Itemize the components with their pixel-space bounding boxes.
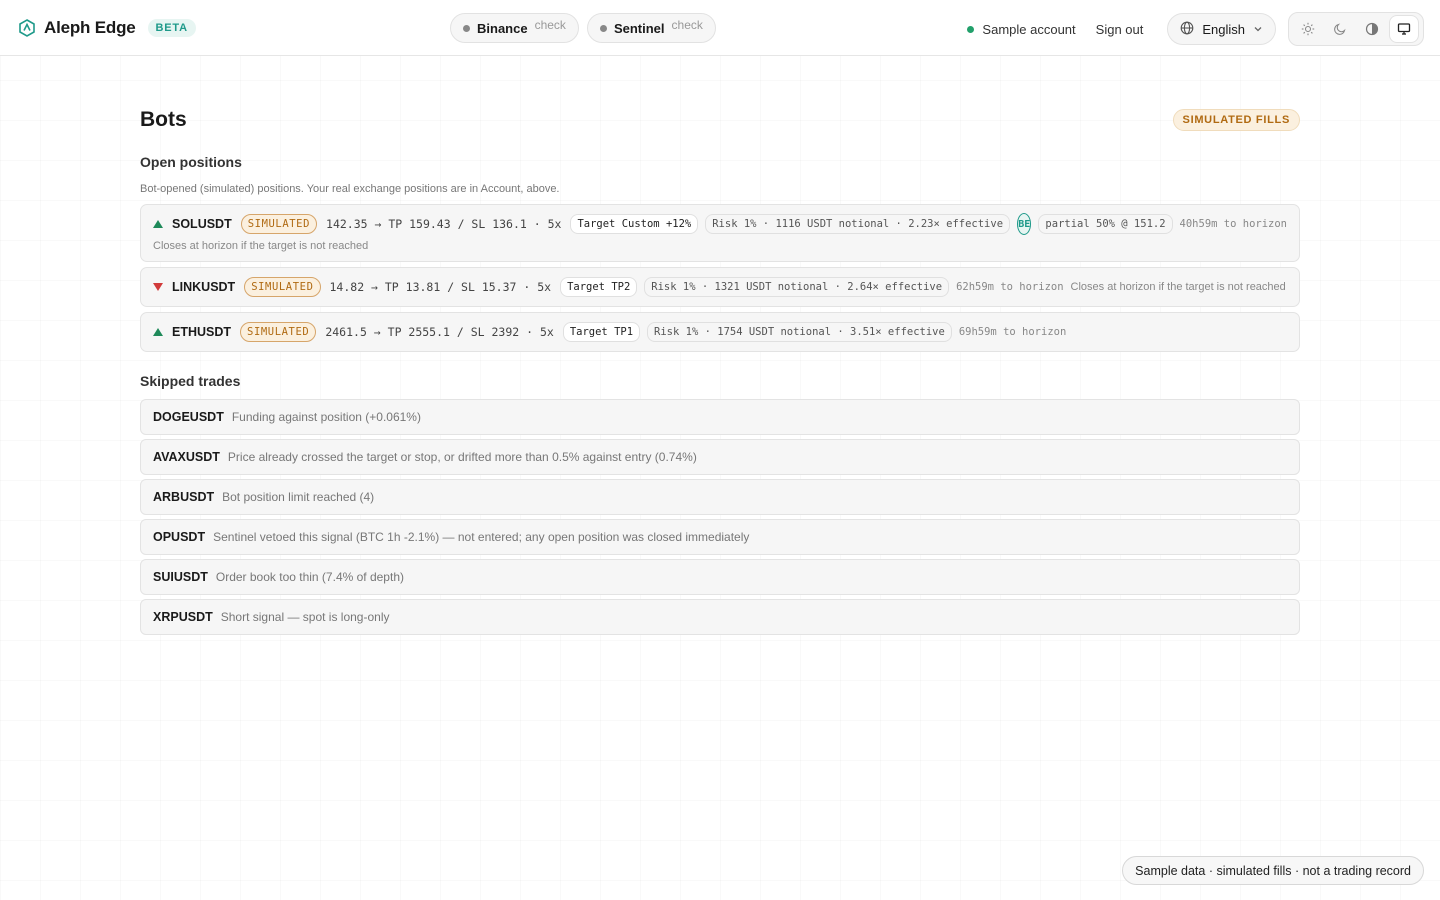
binance-label: Binance (477, 20, 528, 36)
open-positions-description: Bot-opened (simulated) positions. Your r… (140, 183, 560, 195)
arrow-up-icon (153, 328, 163, 336)
risk-chip: Risk 1% · 1116 USDT notional · 2.23× eff… (705, 214, 1011, 234)
position-levels: 2461.5 → TP 2555.1 / SL 2392 · 5x (325, 325, 554, 339)
closes-note: Closes at horizon if the target is not r… (153, 240, 369, 252)
skip-reason: Bot position limit reached (4) (222, 490, 375, 504)
page-title: Bots (140, 108, 187, 131)
skipped-row[interactable]: DOGEUSDT Funding against position (+0.06… (140, 399, 1300, 435)
target-chip: Target TP2 (560, 277, 638, 297)
account-name: Sample account (982, 21, 1076, 37)
skipped-trades-title: Skipped trades (140, 373, 241, 389)
skipped-symbol: OPUSDT (153, 530, 206, 544)
skip-reason: Price already crossed the target or stop… (227, 450, 697, 464)
online-dot-icon (967, 25, 975, 33)
skipped-row[interactable]: OPUSDT Sentinel vetoed this signal (BTC … (140, 519, 1300, 555)
sample-data-note: Sample data · simulated fills · not a tr… (1122, 856, 1424, 885)
binance-status-pill[interactable]: Binance check (450, 13, 579, 43)
target-chip: Target Custom +12% (570, 214, 699, 234)
open-positions-title: Open positions (140, 154, 242, 170)
simulated-tag: SIMULATED (240, 322, 317, 342)
moon-icon[interactable] (1326, 16, 1354, 42)
arrow-up-icon (153, 220, 163, 228)
title-row: Bots SIMULATED FILLS (140, 108, 1300, 132)
position-symbol: LINKUSDT (172, 280, 236, 294)
skipped-symbol: AVAXUSDT (153, 450, 220, 464)
beta-badge: BETA (147, 18, 196, 37)
account-indicator[interactable]: Sample account (967, 21, 1076, 37)
skipped-row[interactable]: AVAXUSDT Price already crossed the targe… (140, 439, 1300, 475)
skipped-symbol: ARBUSDT (153, 490, 215, 504)
main-content: Bots SIMULATED FILLS Open positions Bot-… (140, 56, 1300, 639)
exchange-status-group: Binance check Sentinel check (450, 13, 716, 43)
status-dot-icon (463, 24, 470, 32)
skip-reason: Funding against position (+0.061%) (231, 410, 421, 424)
horizon-countdown: 62h59m to horizon (956, 281, 1064, 293)
language-label: English (1202, 21, 1245, 37)
skip-reason: Short signal — spot is long-only (220, 610, 390, 624)
position-row[interactable]: ETHUSDT SIMULATED 2461.5 → TP 2555.1 / S… (140, 312, 1300, 352)
skipped-row[interactable]: ARBUSDT Bot position limit reached (4) (140, 479, 1300, 515)
skipped-row[interactable]: SUIUSDT Order book too thin (7.4% of dep… (140, 559, 1300, 595)
closes-note: Closes at horizon if the target is not r… (1070, 281, 1286, 293)
logo-icon (18, 18, 36, 37)
simulated-tag: SIMULATED (244, 277, 321, 297)
position-symbol: SOLUSDT (172, 217, 232, 231)
simulated-tag: SIMULATED (240, 214, 318, 234)
horizon-countdown: 69h59m to horizon (958, 326, 1067, 338)
brand[interactable]: Aleph Edge BETA (18, 18, 196, 38)
position-row[interactable]: SOLUSDT SIMULATED 142.35 → TP 159.43 / S… (140, 204, 1300, 262)
language-select[interactable]: English (1167, 13, 1276, 45)
chevron-down-icon (1253, 22, 1263, 37)
sign-out-link[interactable]: Sign out (1096, 22, 1144, 37)
sentinel-label: Sentinel (613, 20, 665, 36)
skipped-symbol: DOGEUSDT (153, 410, 224, 424)
contrast-icon[interactable] (1358, 16, 1386, 42)
position-levels: 142.35 → TP 159.43 / SL 136.1 · 5x (326, 217, 562, 231)
risk-chip: Risk 1% · 1754 USDT notional · 3.51× eff… (647, 322, 952, 342)
sentinel-status-pill[interactable]: Sentinel check (586, 13, 716, 43)
globe-icon (1180, 21, 1194, 38)
risk-chip: Risk 1% · 1321 USDT notional · 2.64× eff… (644, 277, 950, 297)
partial-chip: partial 50% @ 151.2 (1038, 214, 1173, 234)
target-chip: Target TP1 (562, 322, 641, 342)
position-row[interactable]: LINKUSDT SIMULATED 14.82 → TP 13.81 / SL… (140, 267, 1300, 307)
skip-reason: Order book too thin (7.4% of depth) (215, 570, 404, 584)
breakeven-badge: BE (1017, 213, 1032, 235)
skipped-symbol: SUIUSDT (153, 570, 208, 584)
simulated-fills-badge: SIMULATED FILLS (1172, 109, 1300, 131)
status-dot-icon (599, 24, 607, 32)
skipped-symbol: XRPUSDT (153, 610, 213, 624)
header-right: Sample account Sign out English (967, 12, 1424, 46)
position-symbol: ETHUSDT (172, 325, 232, 339)
skipped-row[interactable]: XRPUSDT Short signal — spot is long-only (140, 599, 1300, 635)
sun-icon[interactable] (1294, 16, 1322, 42)
arrow-down-icon (153, 283, 163, 291)
position-levels: 14.82 → TP 13.81 / SL 15.37 · 5x (329, 280, 552, 294)
brand-name: Aleph Edge (44, 17, 136, 37)
monitor-icon[interactable] (1390, 16, 1418, 42)
horizon-countdown: 40h59m to horizon (1179, 218, 1287, 230)
sentinel-check: check (671, 18, 703, 32)
skip-reason: Sentinel vetoed this signal (BTC 1h -2.1… (213, 530, 750, 544)
top-header: Aleph Edge BETA Binance check Sentinel c… (0, 0, 1440, 56)
theme-switcher (1288, 12, 1424, 46)
binance-check: check (534, 18, 566, 32)
